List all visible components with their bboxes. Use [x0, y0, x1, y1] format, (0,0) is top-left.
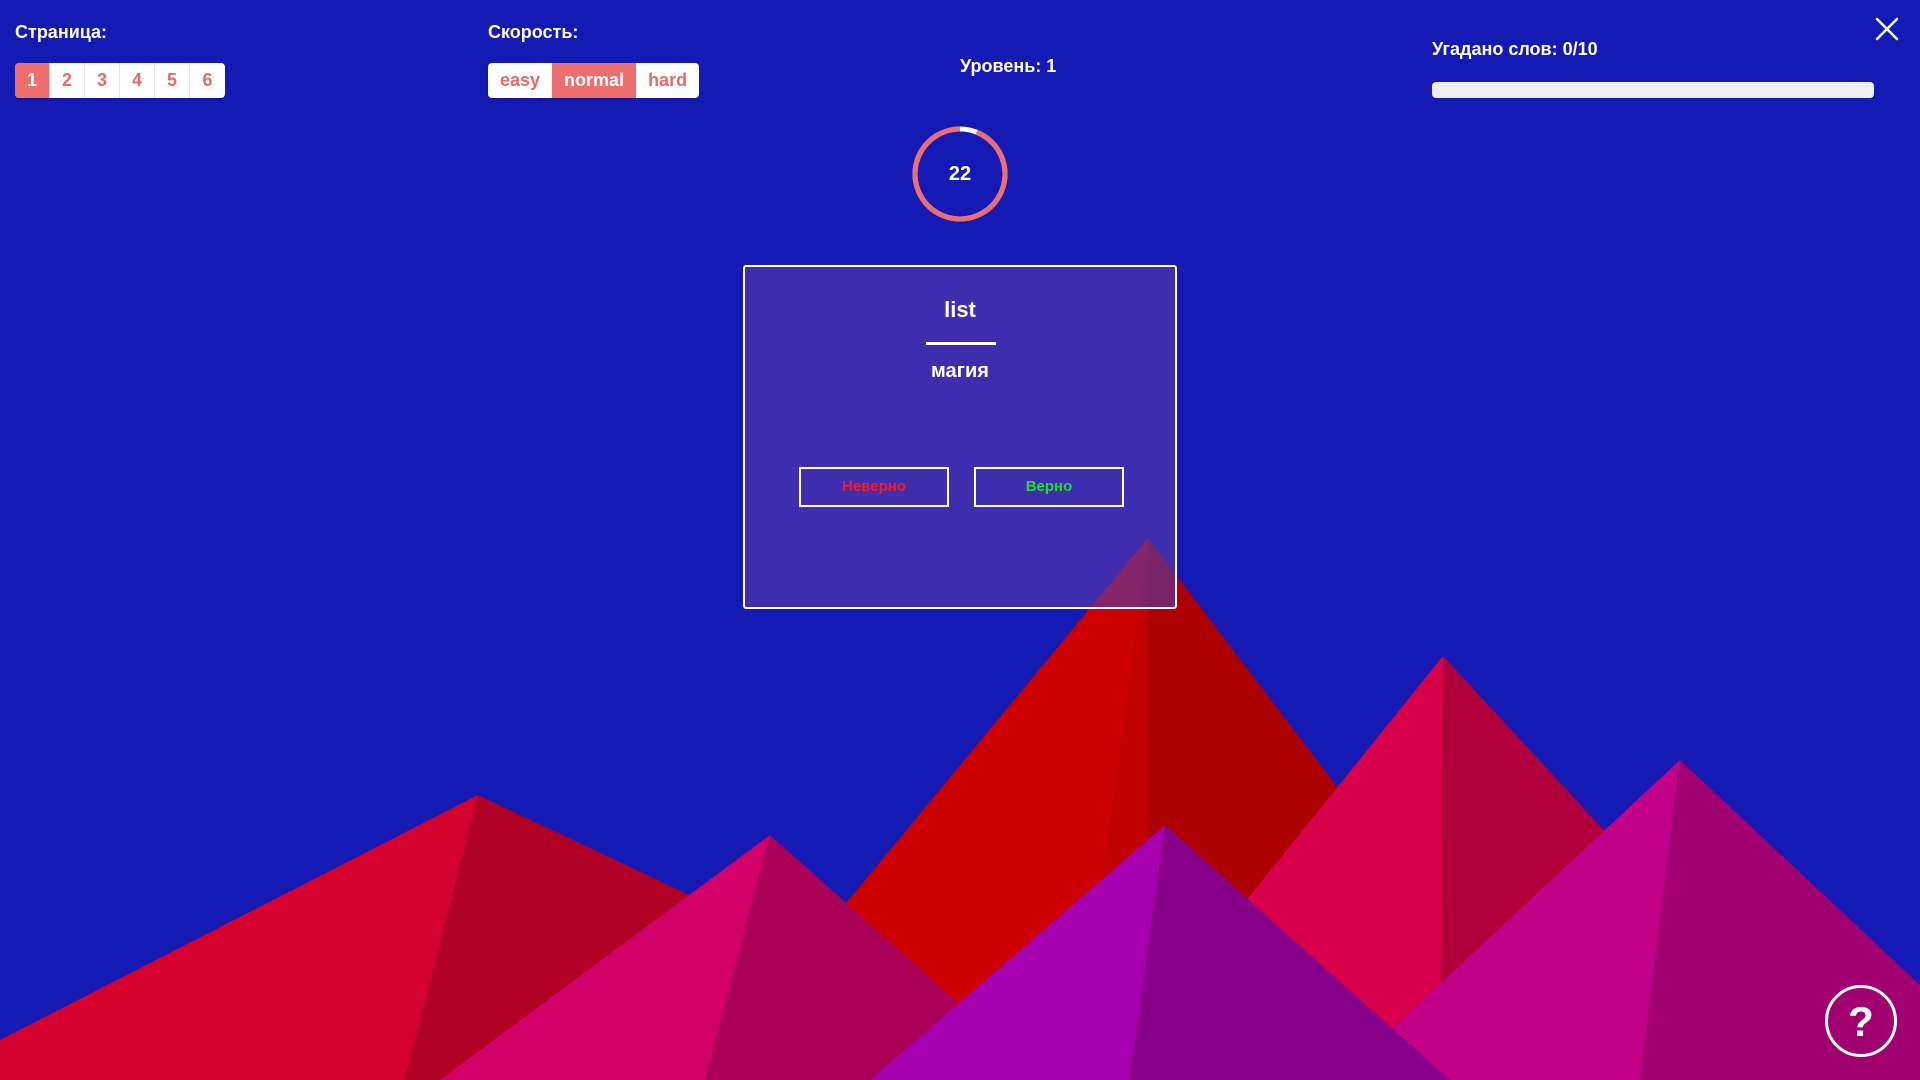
guessed-progress-bar — [1432, 82, 1874, 98]
pages-label: Страница: — [15, 22, 108, 42]
timer-value: 22 — [948, 163, 972, 185]
english-word: list — [944, 297, 976, 322]
page-button-4[interactable]: 4 — [120, 63, 155, 98]
page-button-3[interactable]: 3 — [85, 63, 120, 98]
help-button[interactable]: ? — [1825, 985, 1897, 1057]
question-icon: ? — [1848, 998, 1874, 1045]
game-screen: Страница: 1 2 3 4 5 6 Скорость: easy nor… — [0, 0, 1920, 1080]
right-button[interactable]: Верно — [974, 467, 1124, 507]
page-button-1[interactable]: 1 — [15, 63, 50, 98]
close-button[interactable] — [1874, 16, 1900, 42]
page-button-6[interactable]: 6 — [190, 63, 225, 98]
guessed-words-label: Угадано слов: 0/10 — [1432, 39, 1598, 59]
level-label: Уровень: 1 — [960, 56, 1057, 76]
speed-selector: easy normal hard — [488, 63, 700, 98]
page-button-5[interactable]: 5 — [155, 63, 190, 98]
speed-button-normal[interactable]: normal — [552, 63, 637, 98]
word-divider — [926, 342, 996, 345]
word-card: list магия Неверно Верно — [743, 265, 1177, 609]
pages-selector: 1 2 3 4 5 6 — [15, 63, 225, 98]
wrong-button[interactable]: Неверно — [799, 467, 949, 507]
translation-word: магия — [931, 360, 989, 382]
close-icon — [1875, 17, 1899, 41]
speed-button-hard[interactable]: hard — [636, 63, 699, 98]
speed-label: Скорость: — [488, 22, 579, 42]
countdown-timer: 22 — [910, 124, 1010, 224]
page-button-2[interactable]: 2 — [50, 63, 85, 98]
speed-button-easy[interactable]: easy — [488, 63, 552, 98]
